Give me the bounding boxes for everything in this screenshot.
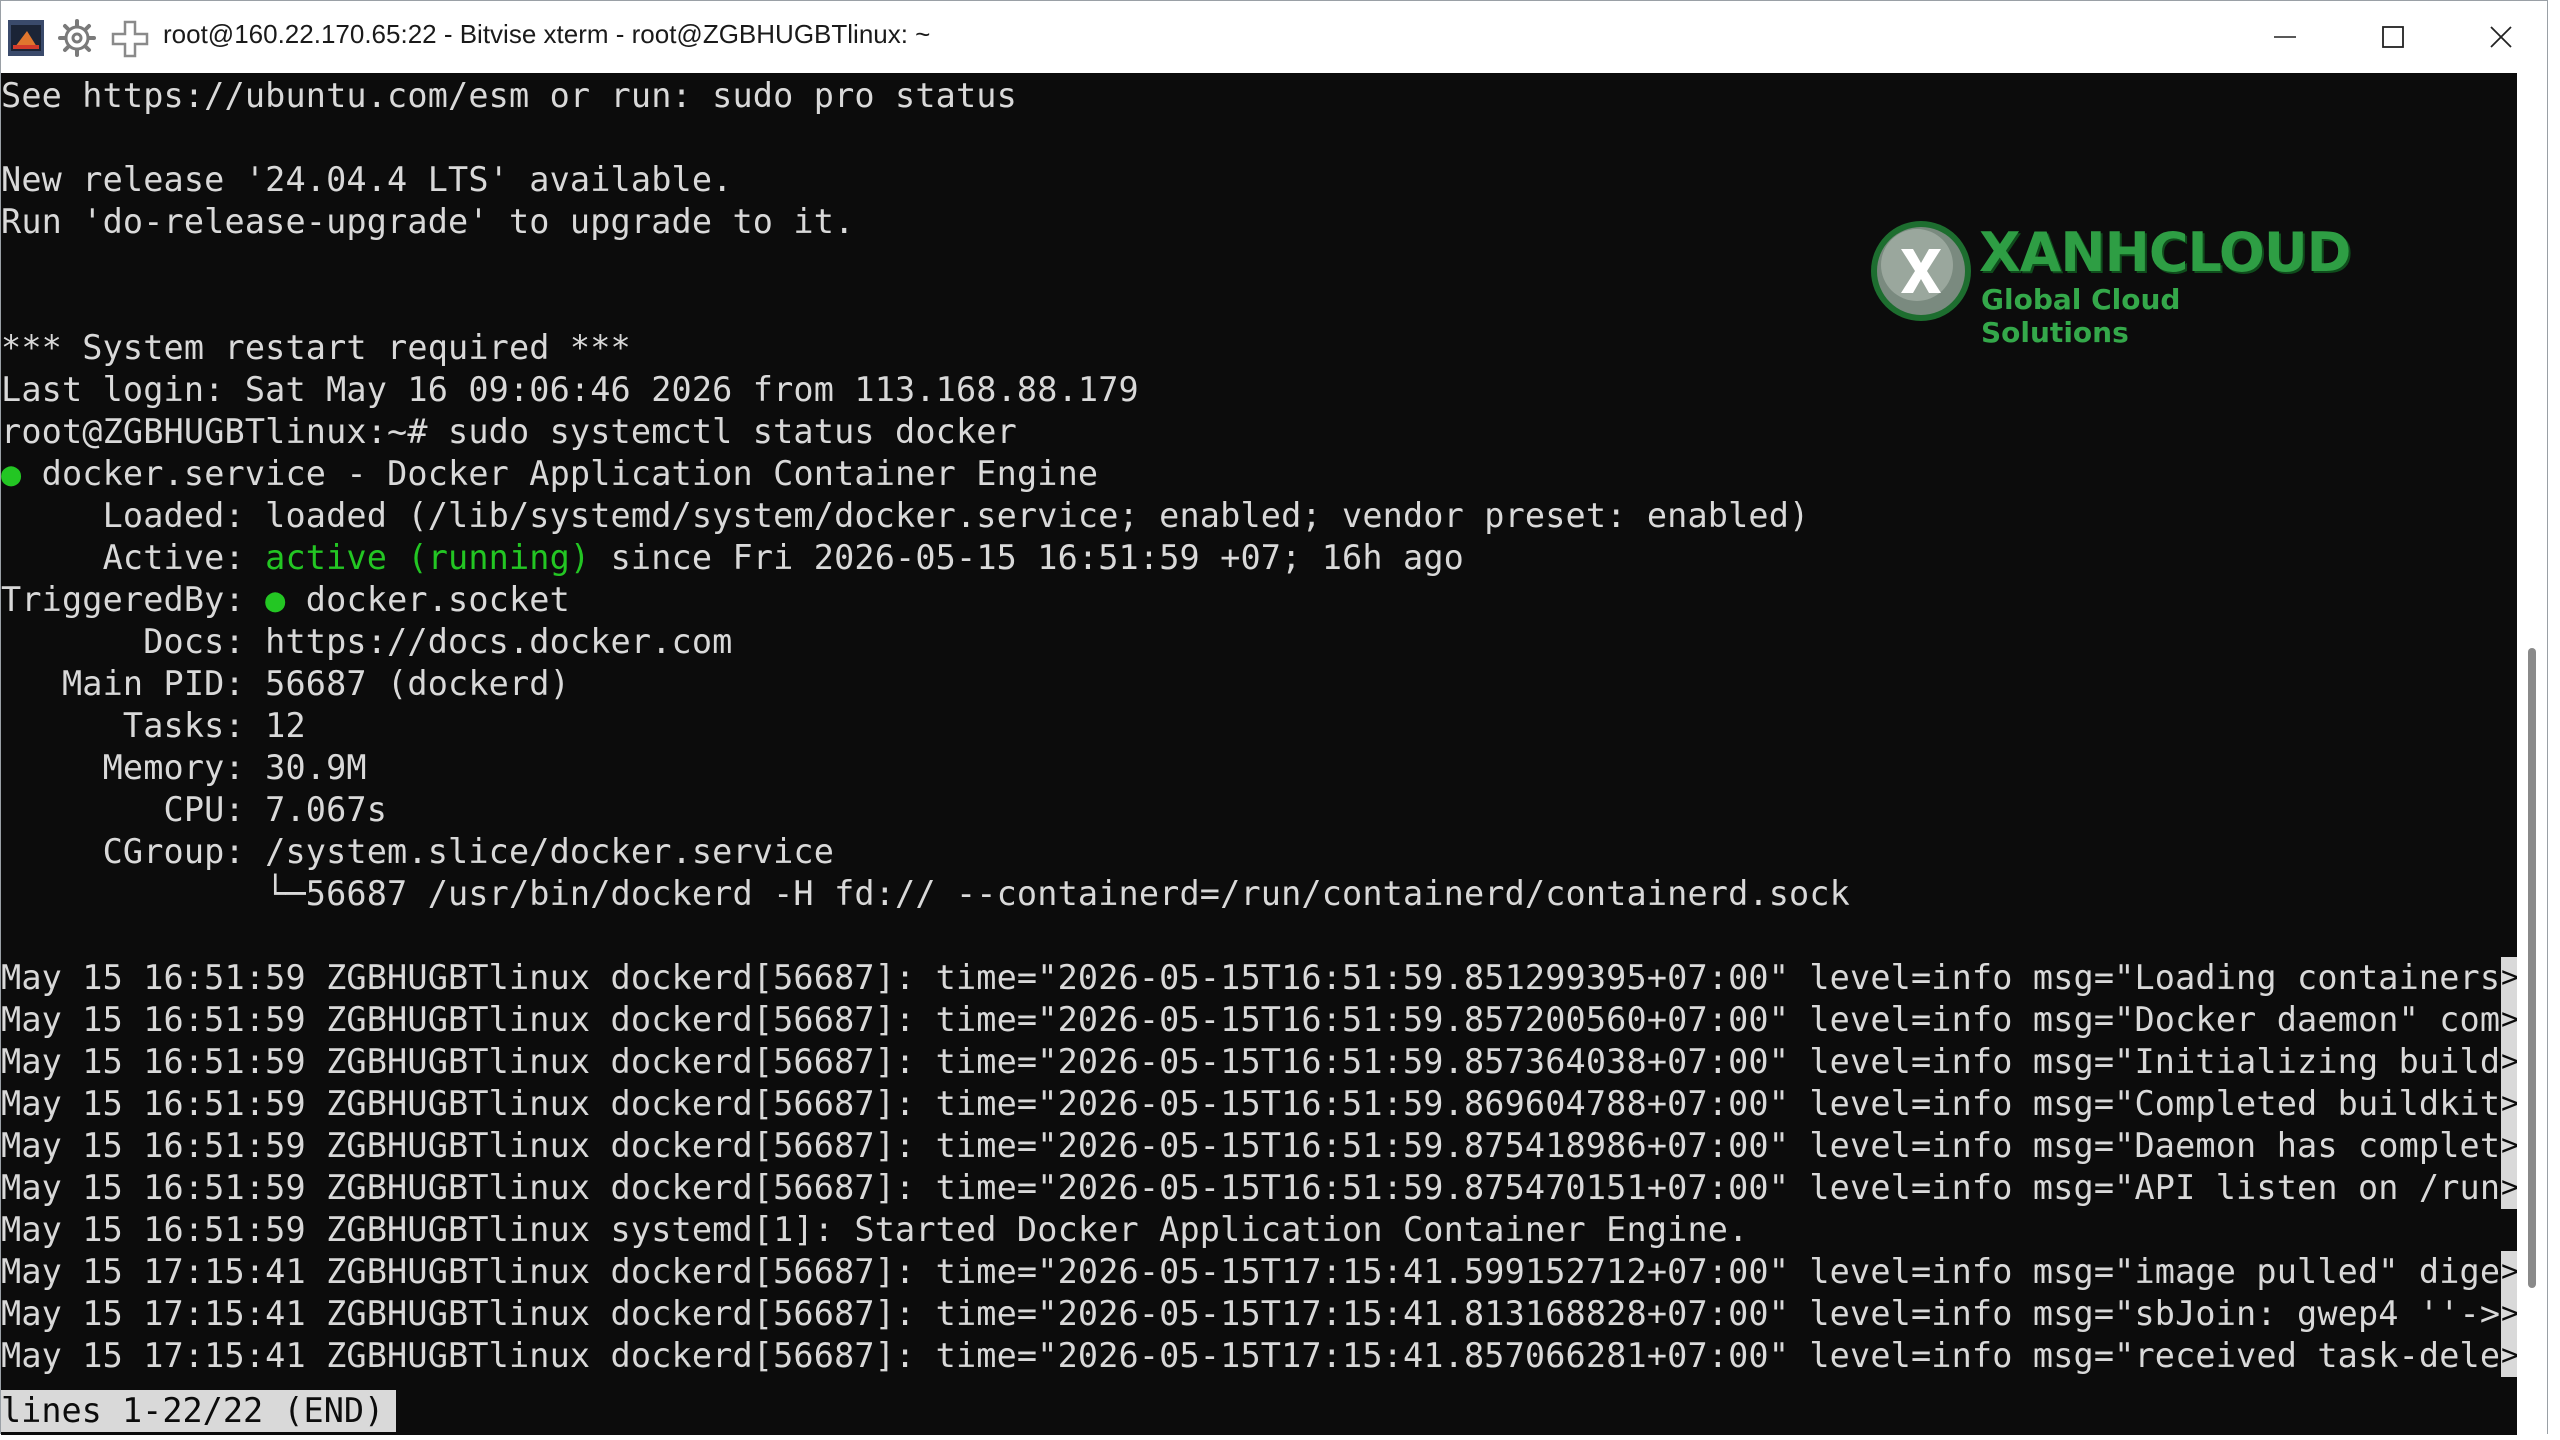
new-terminal-plus-icon[interactable]	[109, 18, 151, 60]
truncation-marker: >	[2501, 1335, 2517, 1377]
triggeredby-value: docker.socket	[285, 580, 570, 619]
log-line: May 15 16:51:59 ZGBHUGBTlinux dockerd[56…	[1, 958, 2501, 997]
active-status: active (running)	[265, 538, 591, 577]
scrollbar-thumb[interactable]	[2528, 648, 2536, 1288]
main-pid-line: Main PID: 56687 (dockerd)	[1, 664, 570, 703]
truncation-marker: >	[2501, 1125, 2517, 1167]
active-since: since Fri 2026-05-15 16:51:59 +07; 16h a…	[590, 538, 1464, 577]
truncation-marker: >	[2501, 1251, 2517, 1293]
terminal-line: See https://ubuntu.com/esm or run: sudo …	[1, 76, 1017, 115]
log-line: May 15 16:51:59 ZGBHUGBTlinux dockerd[56…	[1, 1042, 2501, 1081]
gear-icon[interactable]	[57, 18, 97, 58]
close-icon	[2490, 26, 2512, 48]
triggeredby-line: TriggeredBy: ● docker.socket	[1, 579, 570, 621]
cgroup-line: CGroup: /system.slice/docker.service	[1, 832, 835, 871]
truncation-marker: >	[2501, 1293, 2517, 1335]
tasks-line: Tasks: 12	[1, 706, 306, 745]
logo-tagline: Global Cloud Solutions	[1981, 283, 2181, 349]
window-title: root@160.22.170.65:22 - Bitvise xterm - …	[163, 19, 931, 49]
terminal-line: Last login: Sat May 16 09:06:46 2026 fro…	[1, 370, 1139, 409]
title-bar[interactable]: root@160.22.170.65:22 - Bitvise xterm - …	[1, 1, 2547, 73]
maximize-button[interactable]	[2339, 1, 2447, 73]
log-line: May 15 17:15:41 ZGBHUGBTlinux dockerd[56…	[1, 1336, 2501, 1375]
log-line: May 15 16:51:59 ZGBHUGBTlinux dockerd[56…	[1, 1168, 2501, 1207]
pager-status-bar: lines 1-22/22 (END)	[1, 1390, 397, 1432]
log-line: May 15 17:15:41 ZGBHUGBTlinux dockerd[56…	[1, 1252, 2501, 1291]
terminal-output[interactable]: See https://ubuntu.com/esm or run: sudo …	[1, 73, 2517, 1435]
socket-dot-icon: ●	[265, 580, 286, 619]
maximize-icon	[2382, 26, 2404, 48]
status-dot-icon: ●	[1, 454, 22, 493]
service-title: docker.service - Docker Application Cont…	[21, 454, 1099, 493]
truncation-marker: >	[2501, 999, 2517, 1041]
truncation-marker: >	[2501, 1167, 2517, 1209]
memory-line: Memory: 30.9M	[1, 748, 367, 787]
close-button[interactable]	[2447, 1, 2555, 73]
active-line: Active: active (running) since Fri 2026-…	[1, 537, 1464, 579]
minimize-icon	[2274, 36, 2296, 38]
truncation-marker: >	[2501, 1041, 2517, 1083]
loaded-line: Loaded: loaded (/lib/systemd/system/dock…	[1, 496, 1810, 535]
cgroup-process-line: └─56687 /usr/bin/dockerd -H fd:// --cont…	[1, 874, 1851, 913]
terminal-line: New release '24.04.4 LTS' available.	[1, 160, 733, 199]
terminal-window: root@160.22.170.65:22 - Bitvise xterm - …	[0, 0, 2548, 1435]
cpu-line: CPU: 7.067s	[1, 790, 388, 829]
log-line: May 15 16:51:59 ZGBHUGBTlinux dockerd[56…	[1, 1126, 2501, 1165]
active-label: Active:	[1, 538, 266, 577]
terminal-line: *** System restart required ***	[1, 328, 631, 367]
log-line: May 15 17:15:41 ZGBHUGBTlinux dockerd[56…	[1, 1294, 2501, 1333]
bitvise-app-icon[interactable]	[7, 19, 45, 57]
terminal-line: Run 'do-release-upgrade' to upgrade to i…	[1, 202, 855, 241]
docs-line: Docs: https://docs.docker.com	[1, 622, 733, 661]
minimize-button[interactable]	[2231, 1, 2339, 73]
service-header-line: ● docker.service - Docker Application Co…	[1, 453, 1098, 495]
command-prompt-line: root@ZGBHUGBTlinux:~# sudo systemctl sta…	[1, 412, 1017, 451]
log-line: May 15 16:51:59 ZGBHUGBTlinux systemd[1]…	[1, 1210, 1749, 1249]
truncation-marker: >	[2501, 1083, 2517, 1125]
log-line: May 15 16:51:59 ZGBHUGBTlinux dockerd[56…	[1, 1000, 2501, 1039]
logo-name: XANHCLOUD	[1979, 221, 2352, 284]
truncation-marker: >	[2501, 957, 2517, 999]
xanhcloud-watermark-logo: XANHCLOUD Global Cloud Solutions	[1869, 217, 2352, 349]
log-line: May 15 16:51:59 ZGBHUGBTlinux dockerd[56…	[1, 1084, 2501, 1123]
vertical-scrollbar[interactable]	[2517, 73, 2547, 1435]
triggeredby-label: TriggeredBy:	[1, 580, 266, 619]
xanhcloud-logo-icon	[1871, 221, 1971, 321]
